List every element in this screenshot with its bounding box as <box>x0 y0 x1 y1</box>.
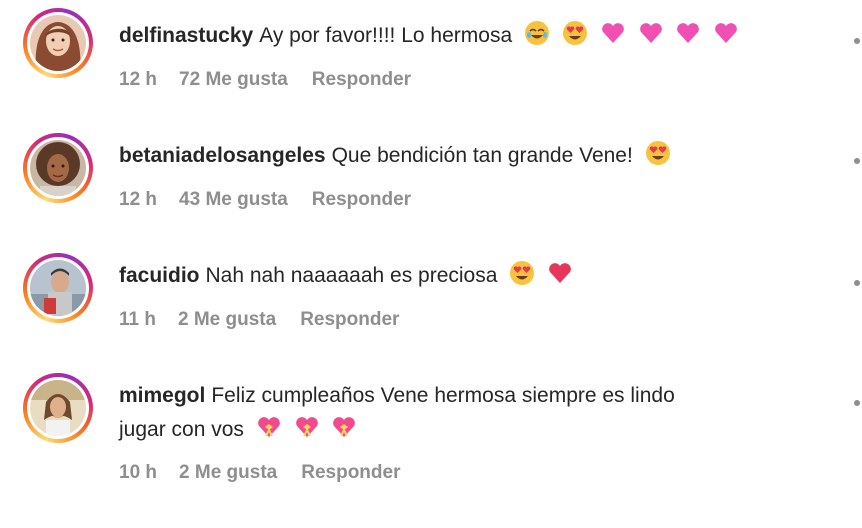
comment-text: Feliz cumpleaños Vene hermosa siempre es… <box>211 384 675 407</box>
reply-button[interactable]: Responder <box>312 188 411 212</box>
story-ring[interactable] <box>23 133 93 203</box>
heart-with-ribbon-emoji <box>295 417 318 437</box>
more-options-icon[interactable] <box>854 158 860 164</box>
reply-button[interactable]: Responder <box>301 461 400 485</box>
comment-time[interactable]: 12 h <box>119 188 157 212</box>
comments-list: delfinastucky Ay por favor!!!! Lo hermosa… <box>0 0 862 528</box>
avatar[interactable] <box>30 380 86 436</box>
pink-heart-emoji <box>639 23 662 43</box>
more-options-icon[interactable] <box>854 400 860 406</box>
comment-time[interactable]: 11 h <box>119 308 156 332</box>
likes-count[interactable]: 2 Me gusta <box>178 308 276 332</box>
comment-meta: 12 h 72 Me gusta Responder <box>119 68 411 92</box>
heart-eyes-emoji <box>645 141 670 165</box>
pink-heart-emoji <box>715 23 738 43</box>
pink-heart-emoji <box>601 23 624 43</box>
comment-text-line: mimegol Feliz cumpleaños Vene hermosa sie… <box>119 379 675 413</box>
likes-count[interactable]: 2 Me gusta <box>179 461 277 485</box>
comment-text-line: facuidio Nah nah naaaaaah es preciosa <box>119 259 573 293</box>
reply-button[interactable]: Responder <box>300 308 399 332</box>
heart-eyes-emoji <box>510 261 535 285</box>
username-link[interactable]: facuidio <box>119 264 200 287</box>
reply-button[interactable]: Responder <box>312 68 411 92</box>
comment-time[interactable]: 12 h <box>119 68 157 92</box>
story-ring[interactable] <box>23 373 93 443</box>
username-link[interactable]: delfinastucky <box>119 24 253 47</box>
heart-with-ribbon-emoji <box>333 417 356 437</box>
comment-text-line-2: jugar con vos <box>119 413 357 447</box>
likes-count[interactable]: 43 Me gusta <box>179 188 288 212</box>
username-link[interactable]: betaniadelosangeles <box>119 144 326 167</box>
heart-with-ribbon-emoji <box>257 417 280 437</box>
comment-text-line: delfinastucky Ay por favor!!!! Lo hermosa <box>119 19 739 53</box>
avatar[interactable] <box>30 260 86 316</box>
pink-heart-emoji <box>677 23 700 43</box>
story-ring[interactable] <box>23 8 93 78</box>
more-options-icon[interactable] <box>854 38 860 44</box>
crying-laughing-emoji <box>524 21 549 45</box>
comment-time[interactable]: 10 h <box>119 461 157 485</box>
red-heart-emoji <box>549 263 571 283</box>
comment-text-line: betaniadelosangeles Que bendición tan gra… <box>119 139 671 173</box>
likes-count[interactable]: 72 Me gusta <box>179 68 288 92</box>
heart-eyes-emoji <box>562 21 587 45</box>
comment-meta: 12 h 43 Me gusta Responder <box>119 188 411 212</box>
avatar[interactable] <box>30 140 86 196</box>
comment-text: Nah nah naaaaaah es preciosa <box>205 264 498 287</box>
more-options-icon[interactable] <box>854 280 860 286</box>
story-ring[interactable] <box>23 253 93 323</box>
comment-meta: 11 h 2 Me gusta Responder <box>119 308 399 332</box>
comment-meta: 10 h 2 Me gusta Responder <box>119 461 400 485</box>
username-link[interactable]: mimegol <box>119 384 205 407</box>
comment-text: Ay por favor!!!! Lo hermosa <box>259 24 513 47</box>
comment-text-continued: jugar con vos <box>119 418 244 441</box>
comment-text: Que bendición tan grande Vene! <box>331 144 633 167</box>
avatar[interactable] <box>30 15 86 71</box>
